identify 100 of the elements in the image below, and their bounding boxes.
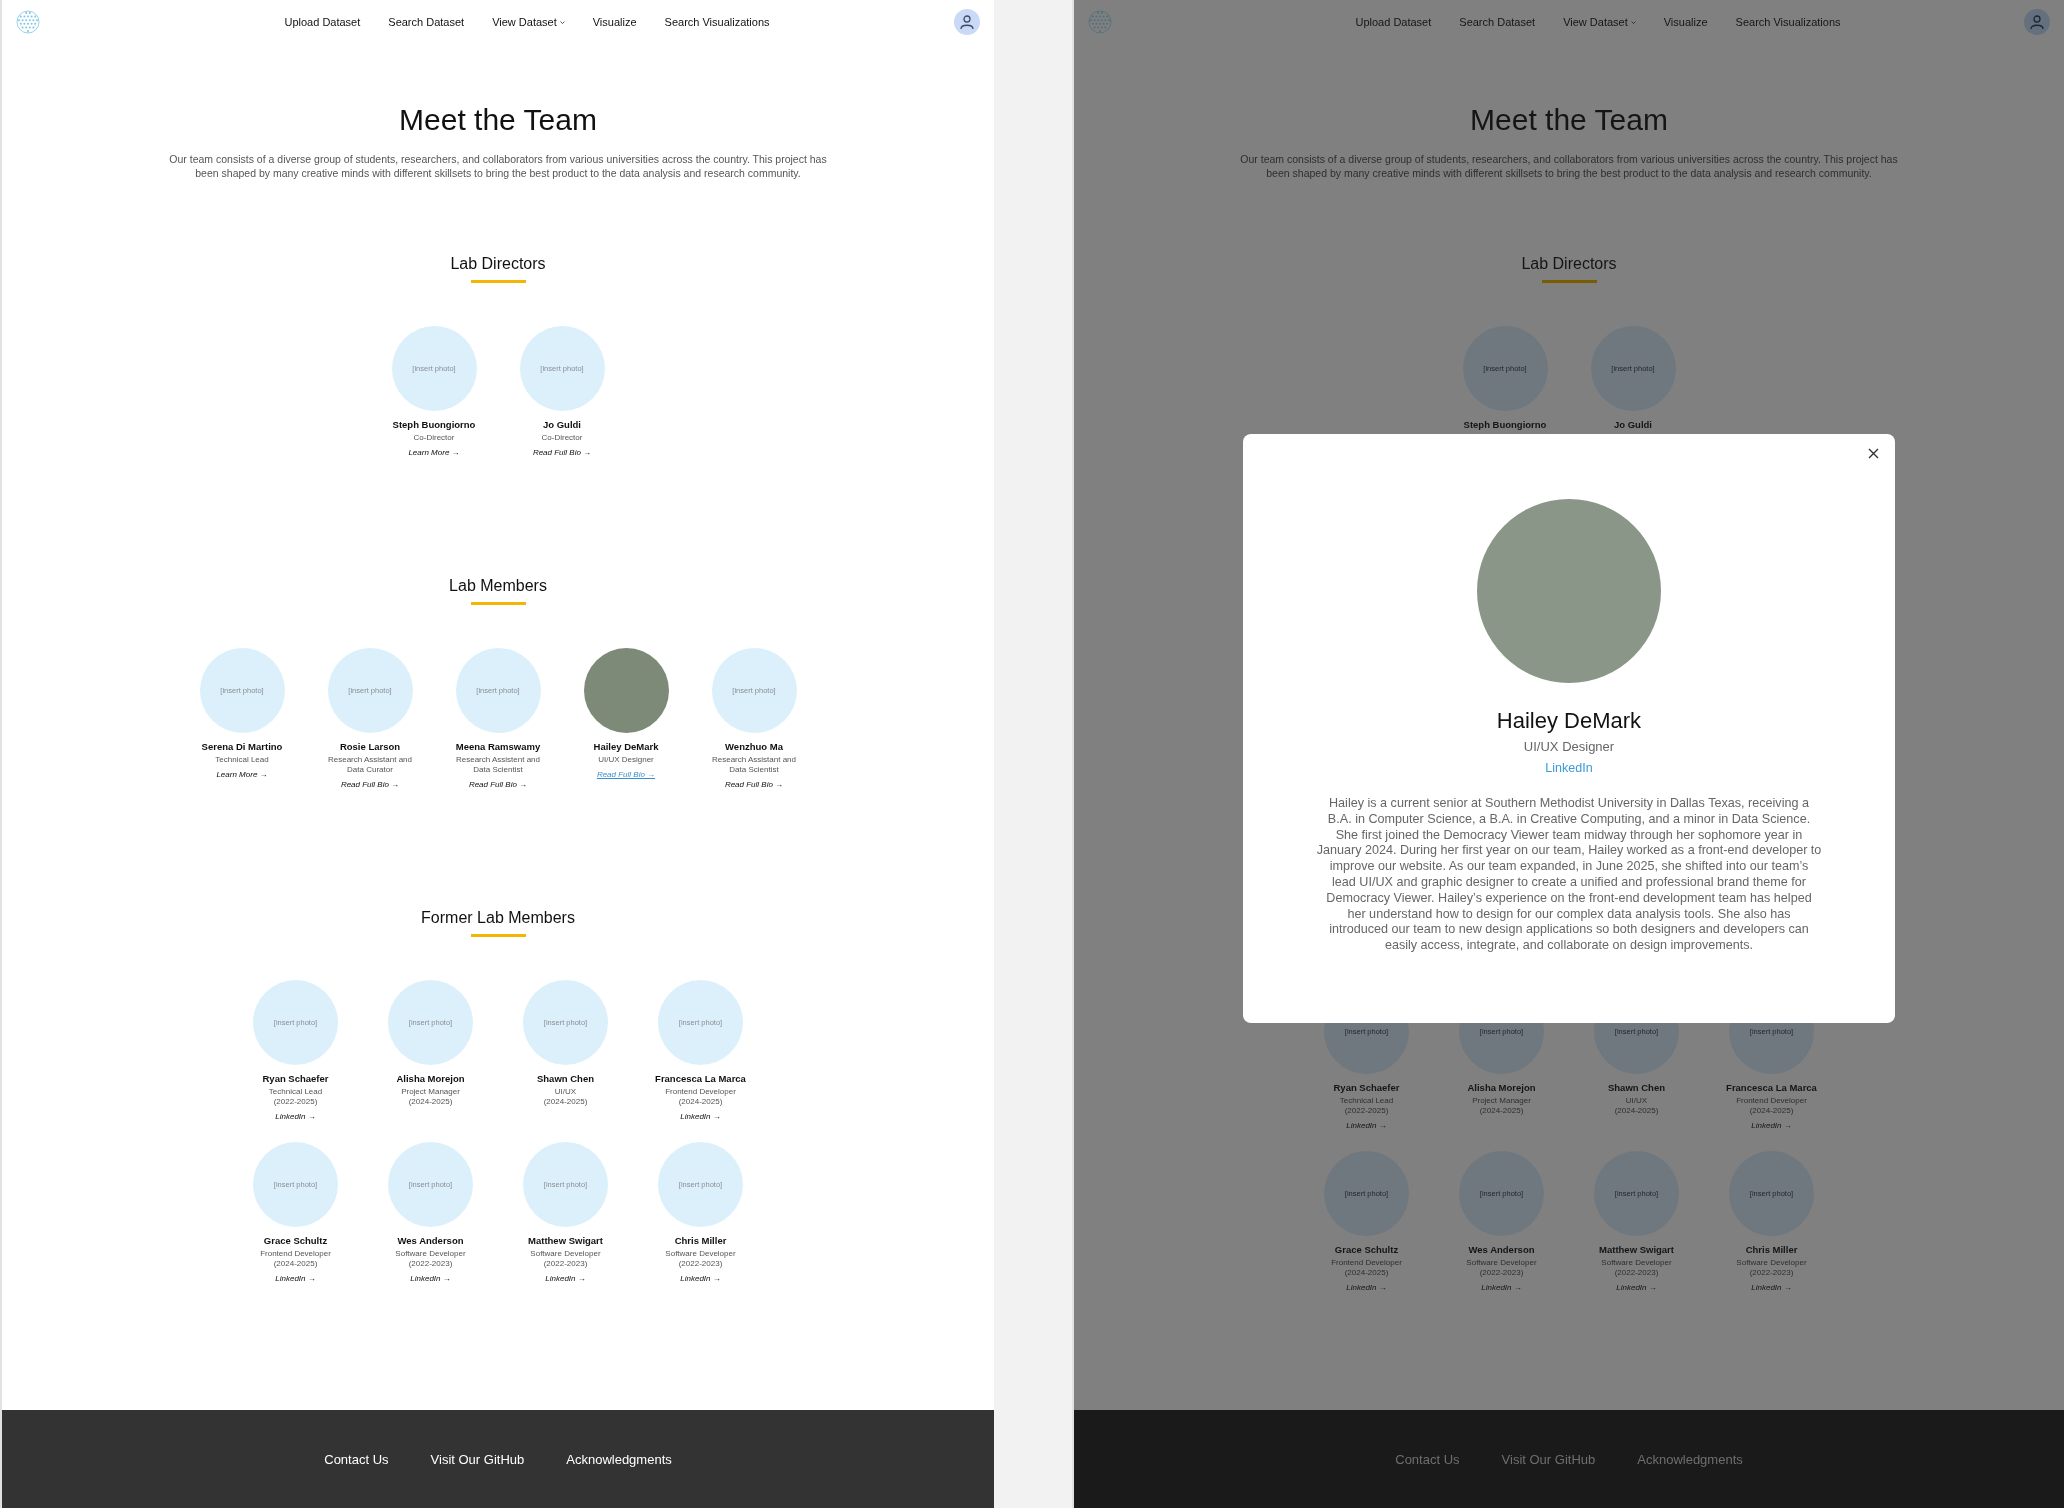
member-name: Francesca La Marca [1726,1081,1817,1094]
member-name: Shawn Chen [1608,1081,1665,1094]
bio-link[interactable]: LinkedIn → [1616,1282,1657,1293]
member-name: Serena Di Martino [201,740,283,753]
section-heading: Lab Members [449,576,547,596]
person-icon [959,14,975,30]
member-role: Research Assistant and Data Scientist [710,755,797,775]
member-role: Co-Director [540,433,584,443]
bio-link[interactable]: Learn More → [216,769,268,780]
modal-role: UI/UX Designer [1523,739,1615,755]
nav-link[interactable]: Search Dataset [1459,16,1536,28]
bio-link[interactable]: Read Full Bio → [340,779,400,790]
modal-name: Hailey DeMark [1496,707,1642,735]
member-role: Research Assistent and Data Scientist [454,755,541,775]
bio-link[interactable]: LinkedIn → [680,1111,721,1122]
nav-link[interactable]: Search Dataset [388,16,465,28]
member-name: Ryan Schaefer [1333,1081,1400,1094]
member-role: Frontend Developer (2024-2025) [259,1249,332,1269]
intro-text: Our team consists of a diverse group of students, researchers, and collaborators from various universities across the country. This project has been shaped by many creative minds with different skillsets to bring the best product to the data analysis and research community. [168,153,828,180]
heading-underline [1541,280,1597,283]
bio-text: Hailey is a current senior at Southern Methodist University in Dallas Texas, receiving a B.A. in Computer Science, a B.A. in Creative Computing, and a minor in Data Science. She first joined the Democracy Viewer team midway through her sophomore year in January 2024. During her first year on our team, Hailey worked as a front-end developer to improve our website. As our team expanded, in June 2025, she shifted into our team’s lead UI/UX and graphic designer to create a unified and professional brand theme for Democracy Viewer. Hailey’s experience on the front-end development team has helped her understand how to design for our complex data analysis tools. She also has introduced our team to new design applications so both designers and developers can easily access, integrate, and collaborate on design improvements. [1316,796,1822,954]
heading-underline [470,280,526,283]
nav-link[interactable]: Upload Dataset [284,16,361,28]
bio-link[interactable]: Read Full Bio → [596,769,656,780]
heading-underline [470,934,526,937]
footer-link[interactable]: Visit Our GitHub [430,1451,525,1467]
member-role: Software Developer (2022-2023) [1600,1258,1673,1278]
member-role: Software Developer (2022-2023) [529,1249,602,1269]
member-name: Jo Guldi [1614,418,1652,431]
member-name: Wenzhuo Ma [725,740,783,753]
member-name: Hailey DeMark [593,740,659,753]
member-name: Alisha Morejon [396,1072,465,1085]
member-role: Frontend Developer (2024-2025) [1330,1258,1403,1278]
nav-link[interactable]: View Dataset [1563,16,1636,28]
member-role: Project Manager (2024-2025) [400,1087,461,1107]
member-role: Project Manager (2024-2025) [1471,1096,1532,1116]
member-role: Software Developer (2022-2023) [664,1249,737,1269]
bio-link[interactable]: LinkedIn → [680,1273,721,1284]
member-name: Steph Buongiorno [392,418,476,431]
member-name: Rosie Larson [339,740,401,753]
nav-link[interactable]: View Dataset [492,16,565,28]
close-icon [1868,448,1879,459]
member-name: Wes Anderson [1468,1243,1535,1256]
bio-link[interactable]: LinkedIn → [1346,1282,1387,1293]
member-name: Wes Anderson [397,1234,464,1247]
bio-link[interactable]: LinkedIn → [1751,1120,1792,1131]
bio-link[interactable]: LinkedIn → [1751,1282,1792,1293]
member-role: UI/UX Designer [597,755,655,765]
bio-link[interactable]: Read Full Bio → [468,779,528,790]
section-heading: Former Lab Members [421,908,575,928]
intro-text: Our team consists of a diverse group of students, researchers, and collaborators from various universities across the country. This project has been shaped by many creative minds with different skillsets to bring the best product to the data analysis and research community. [1239,153,1899,180]
member-name: Jo Guldi [543,418,581,431]
member-role: UI/UX (2024-2025) [1613,1096,1660,1116]
member-role: Technical Lead (2022-2025) [1338,1096,1395,1116]
page-title: Meet the Team [399,102,597,138]
member-name: Francesca La Marca [655,1072,746,1085]
member-role: Software Developer (2022-2023) [1735,1258,1808,1278]
nav-link[interactable]: Upload Dataset [1355,16,1432,28]
member-role: Software Developer (2022-2023) [394,1249,467,1269]
member-role: Frontend Developer (2024-2025) [664,1087,737,1107]
user-avatar[interactable] [954,9,980,35]
member-role: Technical Lead [214,755,270,765]
member-name: Matthew Swigart [1599,1243,1674,1256]
person-icon [2029,14,2045,30]
nav-link[interactable]: Visualize [592,16,637,28]
member-name: Meena Ramswamy [455,740,541,753]
bio-link[interactable]: LinkedIn → [275,1111,316,1122]
nav-link[interactable]: Visualize [1663,16,1708,28]
member-name: Steph Buongiorno [1463,418,1547,431]
close-button[interactable] [1866,446,1881,461]
bio-link[interactable]: LinkedIn → [545,1273,586,1284]
member-name: Shawn Chen [537,1072,594,1085]
member-name: Chris Miller [674,1234,727,1247]
member-name: Alisha Morejon [1467,1081,1536,1094]
member-role: Co-Director [412,433,456,443]
member-name: Chris Miller [1745,1243,1798,1256]
member-role: Software Developer (2022-2023) [1465,1258,1538,1278]
section-heading: Lab Directors [450,254,546,274]
bio-link[interactable]: LinkedIn → [410,1273,451,1284]
member-role: Frontend Developer (2024-2025) [1735,1096,1808,1116]
bio-link[interactable]: LinkedIn → [1481,1282,1522,1293]
bio-link[interactable]: LinkedIn → [1346,1120,1387,1131]
footer-link[interactable]: Contact Us [324,1451,389,1467]
page-title: Meet the Team [1470,102,1668,138]
user-avatar[interactable] [2024,9,2050,35]
member-name: Ryan Schaefer [262,1072,329,1085]
member-name: Grace Schultz [1334,1243,1399,1256]
bio-link[interactable]: Read Full Bio → [532,447,592,458]
member-role: UI/UX (2024-2025) [542,1087,589,1107]
bio-link[interactable]: Learn More → [408,447,460,458]
section-heading: Lab Directors [1521,254,1617,274]
member-role: Research Assistant and Data Curator [326,755,413,775]
nav-link[interactable]: Search Visualizations [664,16,770,28]
member-role: Technical Lead (2022-2025) [267,1087,324,1107]
footer-link[interactable]: Acknowledgments [566,1451,672,1467]
bio-link[interactable]: LinkedIn → [275,1273,316,1284]
bio-link[interactable]: Read Full Bio → [724,779,784,790]
nav-link[interactable]: Search Visualizations [1735,16,1841,28]
heading-underline [470,602,526,605]
member-name: Matthew Swigart [528,1234,603,1247]
